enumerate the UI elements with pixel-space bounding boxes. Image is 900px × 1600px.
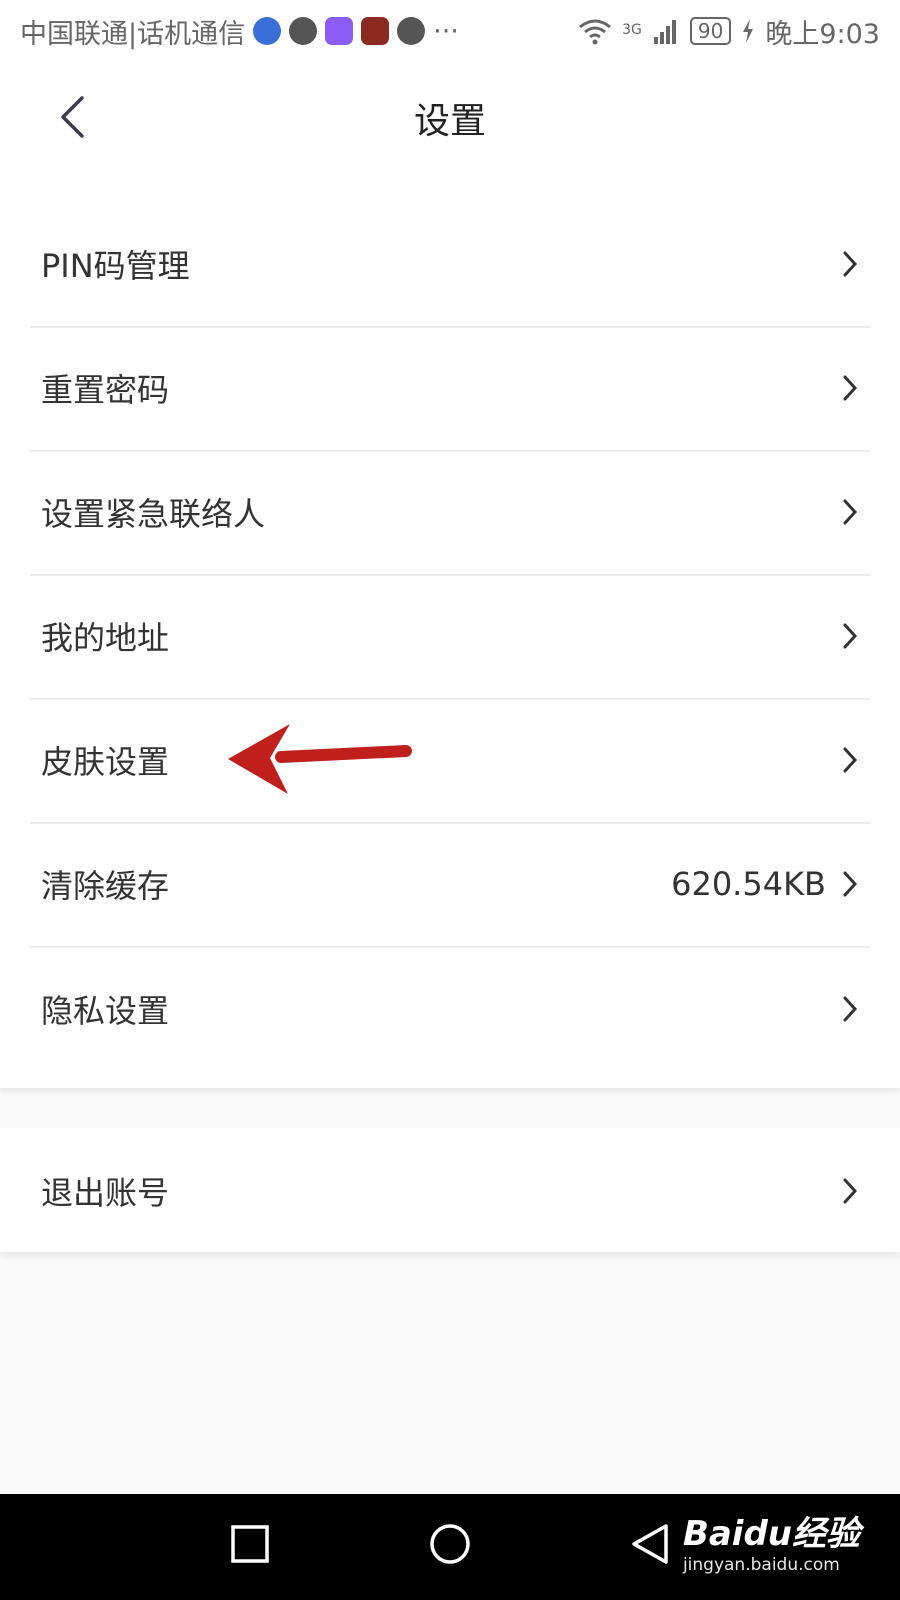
status-bar: 中国联通|话机通信 ··· 3G 90 晚上9:03 <box>0 0 900 62</box>
battery-indicator: 90 <box>689 17 732 45</box>
setting-row-privacy[interactable]: 隐私设置 <box>30 946 870 1072</box>
chevron-right-icon <box>843 499 858 525</box>
setting-label: 重置密码 <box>41 371 170 409</box>
chevron-right-icon <box>843 1178 858 1204</box>
row-right <box>826 994 870 1024</box>
chevron-right-icon <box>843 871 858 897</box>
annotation-arrow-icon <box>228 724 412 794</box>
setting-label: 设置紧急联络人 <box>41 495 266 533</box>
setting-label: 我的地址 <box>41 619 170 657</box>
setting-label: 皮肤设置 <box>41 743 170 781</box>
row-right <box>826 621 870 651</box>
logout-label: 退出账号 <box>41 1174 170 1212</box>
chevron-right-icon <box>843 251 858 277</box>
watermark-logo: Baidu经验 <box>682 1514 860 1554</box>
charging-icon <box>743 19 754 43</box>
row-right <box>826 373 870 403</box>
row-right <box>826 497 870 527</box>
row-right <box>826 249 870 279</box>
header: 设置 <box>0 62 900 172</box>
setting-label: 隐私设置 <box>41 992 170 1030</box>
setting-row-my-address[interactable]: 我的地址 <box>30 574 870 700</box>
wifi-icon <box>579 19 612 45</box>
system-nav-bar: Baidu经验 jingyan.baidu.com <box>0 1494 900 1600</box>
recent-apps-icon[interactable] <box>230 1524 270 1564</box>
chevron-right-icon <box>843 747 858 773</box>
more-notifications-icon: ··· <box>433 15 459 47</box>
chevron-right-icon <box>843 623 858 649</box>
notification-app-icon <box>253 17 282 45</box>
back-triangle-icon[interactable] <box>630 1522 670 1566</box>
status-right: 3G 90 晚上9:03 <box>578 12 880 51</box>
chevron-right-icon <box>843 996 858 1022</box>
row-right <box>826 745 870 775</box>
settings-list: PIN码管理 重置密码 设置紧急联络人 我的地址 皮肤设置 清除缓存 620.5… <box>0 172 900 1088</box>
clock: 晚上9:03 <box>765 18 880 50</box>
watermark-url: jingyan.baidu.com <box>682 1555 840 1575</box>
setting-row-clear-cache[interactable]: 清除缓存 620.54KB <box>30 822 870 948</box>
setting-row-skin[interactable]: 皮肤设置 <box>30 698 870 824</box>
row-right: 620.54KB <box>671 865 870 903</box>
setting-label: 清除缓存 <box>41 867 170 905</box>
network-type: 3G <box>622 21 642 38</box>
notification-app-icon-2 <box>325 17 354 45</box>
signal-icon <box>653 20 676 44</box>
row-right <box>840 1176 870 1206</box>
notification-app-icon-3 <box>361 17 390 45</box>
logout-section: 退出账号 <box>0 1128 900 1252</box>
hand-icon <box>397 17 426 45</box>
message-icon <box>289 17 318 45</box>
carrier-text: 中国联通|话机通信 <box>20 18 246 50</box>
setting-row-emergency-contact[interactable]: 设置紧急联络人 <box>30 450 870 576</box>
page-title: 设置 <box>413 101 486 142</box>
setting-row-pin[interactable]: PIN码管理 <box>30 202 870 328</box>
baidu-watermark: Baidu经验 jingyan.baidu.com <box>683 1506 860 1575</box>
cache-size-value: 620.54KB <box>671 865 826 903</box>
logout-row[interactable]: 退出账号 <box>30 1128 870 1254</box>
status-left: 中国联通|话机通信 ··· <box>20 12 459 51</box>
setting-label: PIN码管理 <box>41 247 190 285</box>
chevron-right-icon <box>843 375 858 401</box>
setting-row-reset-password[interactable]: 重置密码 <box>30 326 870 452</box>
home-icon[interactable] <box>428 1522 472 1566</box>
